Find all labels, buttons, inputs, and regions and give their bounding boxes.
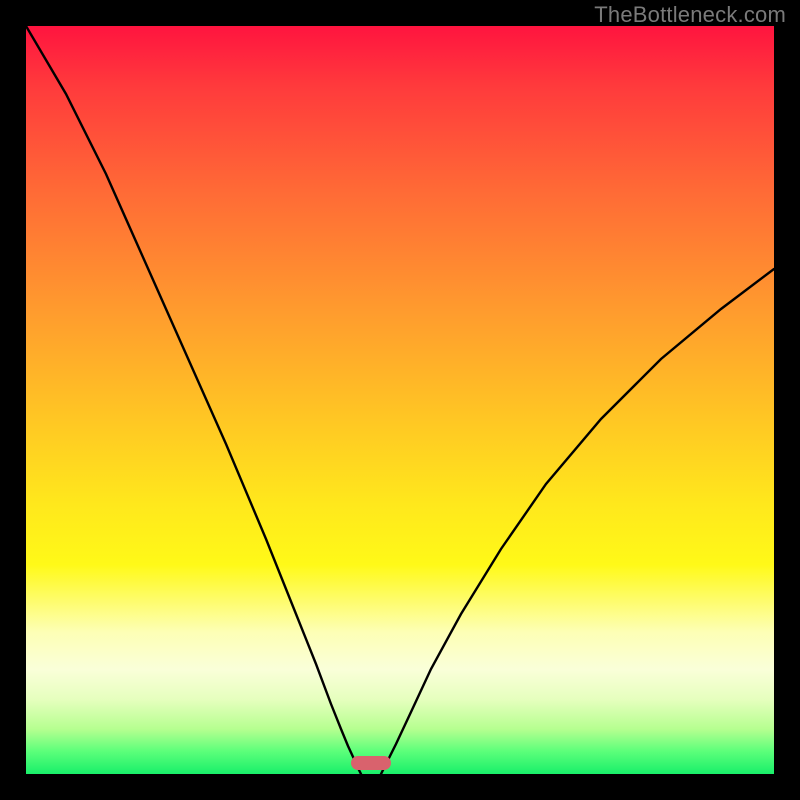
- bottleneck-marker: [351, 756, 391, 770]
- plot-area: [26, 26, 774, 774]
- chart-frame: TheBottleneck.com: [0, 0, 800, 800]
- watermark-text: TheBottleneck.com: [594, 2, 786, 28]
- curve-left-branch: [26, 26, 361, 774]
- curve-svg: [26, 26, 774, 774]
- curve-right-branch: [381, 269, 774, 774]
